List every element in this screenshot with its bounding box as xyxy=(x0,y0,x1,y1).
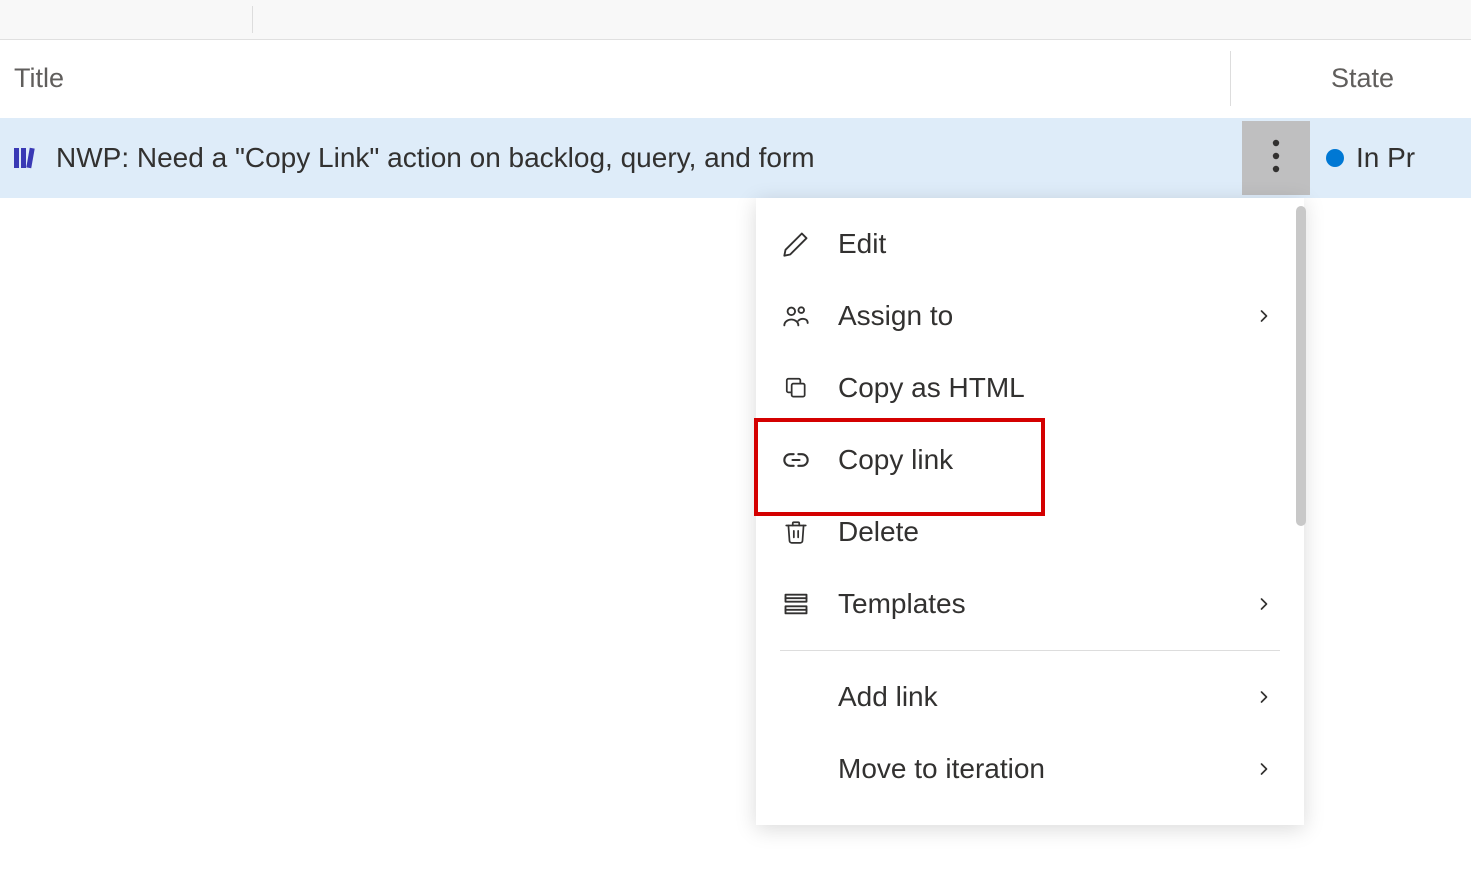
menu-label-templates: Templates xyxy=(838,588,1254,620)
column-header-title[interactable]: Title xyxy=(0,63,1230,94)
menu-item-templates[interactable]: Templates xyxy=(756,568,1304,640)
chevron-right-icon xyxy=(1254,687,1274,707)
kebab-icon xyxy=(1272,139,1280,178)
book-icon xyxy=(12,145,44,171)
more-actions-button[interactable] xyxy=(1242,121,1310,195)
column-divider xyxy=(1230,51,1231,106)
templates-icon xyxy=(780,588,812,620)
menu-item-add-link[interactable]: Add link xyxy=(756,661,1304,733)
menu-label-edit: Edit xyxy=(838,228,1274,260)
menu-item-edit[interactable]: Edit xyxy=(756,208,1304,280)
menu-label-copy-html: Copy as HTML xyxy=(838,372,1274,404)
menu-label-copy-link: Copy link xyxy=(838,444,1274,476)
menu-item-move-iteration[interactable]: Move to iteration xyxy=(756,733,1304,805)
work-item-row[interactable]: NWP: Need a "Copy Link" action on backlo… xyxy=(0,118,1471,198)
chevron-right-icon xyxy=(1254,306,1274,326)
menu-divider xyxy=(780,650,1280,651)
state-dot-icon xyxy=(1326,149,1344,167)
menu-item-copy-html[interactable]: Copy as HTML xyxy=(756,352,1304,424)
work-item-title-text: NWP: Need a "Copy Link" action on backlo… xyxy=(56,142,815,174)
people-icon xyxy=(780,300,812,332)
work-item-state-cell: In Pr xyxy=(1326,118,1415,198)
column-header-state[interactable]: State xyxy=(1251,63,1471,94)
trash-icon xyxy=(780,516,812,548)
work-item-title-cell: NWP: Need a "Copy Link" action on backlo… xyxy=(0,142,1230,174)
work-item-state-text: In Pr xyxy=(1356,142,1415,174)
copy-icon xyxy=(780,372,812,404)
chevron-right-icon xyxy=(1254,594,1274,614)
menu-item-copy-link[interactable]: Copy link xyxy=(756,424,1304,496)
menu-label-delete: Delete xyxy=(838,516,1274,548)
context-menu: Edit Assign to Copy as HTML xyxy=(756,198,1304,825)
menu-label-assign-to: Assign to xyxy=(838,300,1254,332)
menu-label-add-link: Add link xyxy=(838,681,1254,713)
chevron-right-icon xyxy=(1254,759,1274,779)
link-icon xyxy=(780,444,812,476)
top-bar xyxy=(0,0,1471,40)
menu-item-assign-to[interactable]: Assign to xyxy=(756,280,1304,352)
pencil-icon xyxy=(780,228,812,260)
menu-label-move-iteration: Move to iteration xyxy=(838,753,1254,785)
menu-item-delete[interactable]: Delete xyxy=(756,496,1304,568)
column-header-row: Title State xyxy=(0,40,1471,118)
